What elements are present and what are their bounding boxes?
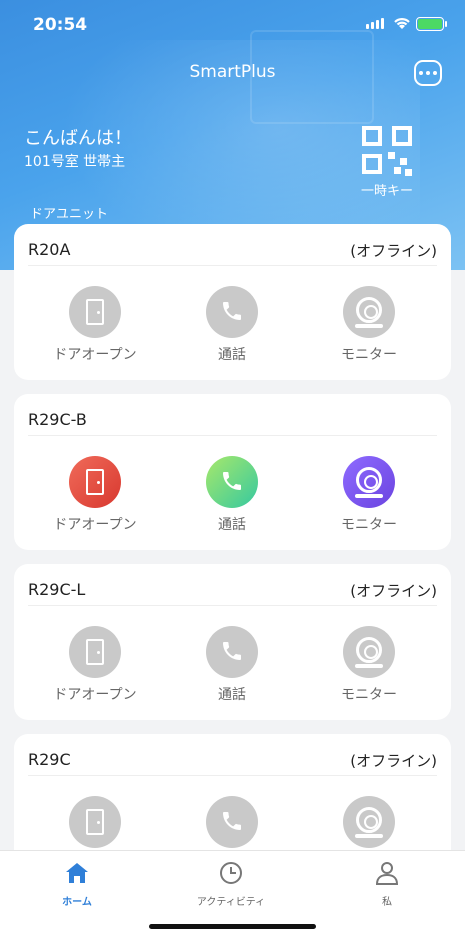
monitor-label: モニター <box>341 347 397 363</box>
greeting-text: こんばんは！ <box>24 128 132 149</box>
tab-me-label: 私 <box>382 897 392 908</box>
door-unit-card: R29C-B ドアオープン 通話 モニター <box>14 394 451 550</box>
camera-icon <box>356 297 382 323</box>
door-open-label: ドアオープン <box>53 517 137 533</box>
phone-icon <box>223 642 241 660</box>
battery-icon <box>416 17 447 31</box>
status-bar: 20:54 <box>0 0 465 50</box>
call-button[interactable]: 通話 <box>172 286 292 364</box>
unit-name: R29C <box>28 750 71 769</box>
message-icon[interactable] <box>414 60 442 86</box>
camera-icon <box>356 467 382 493</box>
room-label: 101号室 世帯主 <box>24 154 126 170</box>
tab-activity-label: アクティビティ <box>196 897 266 908</box>
home-indicator <box>149 924 316 929</box>
temp-key-label: 一時キー <box>360 184 413 199</box>
clock-icon <box>220 862 242 884</box>
door-unit-card: R29C-L (オフライン) ドアオープン 通話 モニター <box>14 564 451 720</box>
phone-icon <box>223 302 241 320</box>
door-open-label: ドアオープン <box>53 347 137 363</box>
camera-icon <box>356 807 382 833</box>
unit-status: (オフライン) <box>350 582 437 600</box>
unit-name: R29C-B <box>28 410 87 429</box>
unit-name: R29C-L <box>28 580 86 599</box>
call-label: 通話 <box>218 347 246 363</box>
signal-icon <box>366 18 384 29</box>
monitor-label: モニター <box>341 687 397 703</box>
door-icon <box>86 469 104 495</box>
app-title: SmartPlus <box>189 62 276 82</box>
phone-icon <box>223 812 241 830</box>
door-open-button[interactable] <box>35 796 155 848</box>
camera-icon <box>356 637 382 663</box>
home-icon <box>66 863 88 883</box>
door-icon <box>86 809 104 835</box>
call-button[interactable] <box>172 796 292 848</box>
call-label: 通話 <box>218 517 246 533</box>
status-time: 20:54 <box>33 15 88 35</box>
person-icon <box>375 862 399 885</box>
monitor-button[interactable] <box>309 796 429 848</box>
tab-activity[interactable]: アクティビティ <box>171 859 291 908</box>
wifi-icon <box>394 18 410 29</box>
door-icon <box>86 299 104 325</box>
door-open-label: ドアオープン <box>53 687 137 703</box>
door-open-button[interactable]: ドアオープン <box>35 456 155 534</box>
monitor-button[interactable]: モニター <box>309 456 429 534</box>
call-label: 通話 <box>218 687 246 703</box>
qr-code-icon <box>360 124 414 176</box>
door-icon <box>86 639 104 665</box>
tab-home-label: ホーム <box>62 897 92 908</box>
monitor-button[interactable]: モニター <box>309 286 429 364</box>
phone-icon <box>223 472 241 490</box>
section-label: ドアユニット <box>30 207 109 222</box>
unit-status: (オフライン) <box>350 242 437 260</box>
door-unit-card: R20A (オフライン) ドアオープン 通話 モニター <box>14 224 451 380</box>
unit-name: R20A <box>28 240 71 259</box>
call-button[interactable]: 通話 <box>172 456 292 534</box>
tab-home[interactable]: ホーム <box>17 859 137 908</box>
monitor-button[interactable]: モニター <box>309 626 429 704</box>
temp-key-button[interactable]: 一時キー <box>352 124 422 199</box>
unit-status: (オフライン) <box>350 752 437 770</box>
tab-me[interactable]: 私 <box>327 859 447 908</box>
call-button[interactable]: 通話 <box>172 626 292 704</box>
door-open-button[interactable]: ドアオープン <box>35 626 155 704</box>
door-open-button[interactable]: ドアオープン <box>35 286 155 364</box>
monitor-label: モニター <box>341 517 397 533</box>
